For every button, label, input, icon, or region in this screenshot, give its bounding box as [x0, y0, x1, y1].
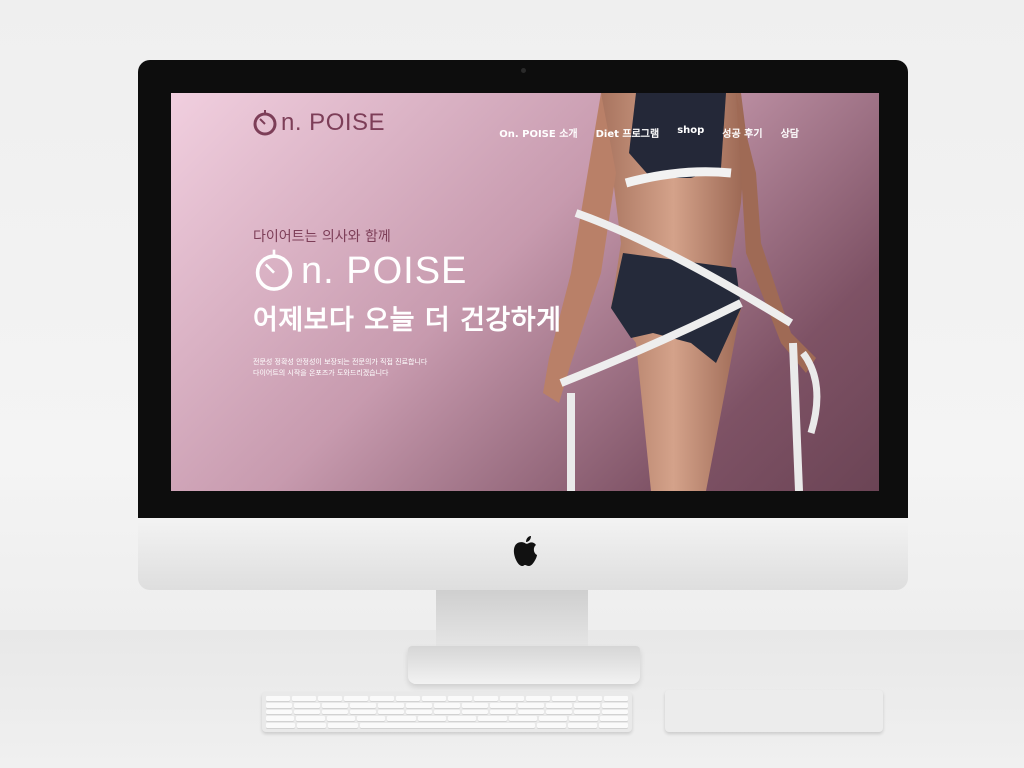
hero-photo — [543, 93, 821, 491]
stopwatch-o-icon — [255, 249, 293, 291]
nav-item-reviews[interactable]: 성공 후기 — [722, 125, 762, 140]
camera-dot — [521, 68, 526, 73]
monitor-stand — [436, 590, 588, 650]
nav-item-consult[interactable]: 상담 — [781, 125, 799, 140]
site-logo[interactable]: n. POISE — [251, 109, 385, 137]
main-nav: On. POISE 소개 Diet 프로그램 shop 성공 후기 상담 — [499, 125, 799, 140]
hero-desc-line-2: 다이어트의 시작을 온포즈가 도와드리겠습니다 — [253, 369, 389, 377]
monitor-base — [408, 646, 640, 684]
website-screen: n. POISE On. POISE 소개 Diet 프로그램 shop 성공 … — [171, 93, 879, 491]
hero-description: 전문성 정확성 안정성이 보장되는 전문의가 직접 진료합니다 다이어트의 시작… — [253, 357, 427, 379]
hero-tagline: 다이어트는 의사와 함께 — [253, 229, 391, 245]
trackpad — [665, 690, 883, 732]
nav-item-shop[interactable]: shop — [677, 125, 704, 140]
hero-headline: 어제보다 오늘 더 건강하게 — [253, 305, 562, 336]
nav-item-about[interactable]: On. POISE 소개 — [499, 125, 577, 140]
nav-item-diet-program[interactable]: Diet 프로그램 — [596, 125, 660, 140]
stopwatch-o-icon — [253, 110, 277, 136]
apple-icon — [513, 536, 537, 566]
logo-text: n. POISE — [281, 109, 386, 136]
hero-logo-text: n. POISE — [301, 249, 468, 292]
keyboard — [262, 692, 632, 732]
hero-desc-line-1: 전문성 정확성 안정성이 보장되는 전문의가 직접 진료합니다 — [253, 358, 428, 366]
hero-logo: n. POISE — [251, 248, 467, 294]
